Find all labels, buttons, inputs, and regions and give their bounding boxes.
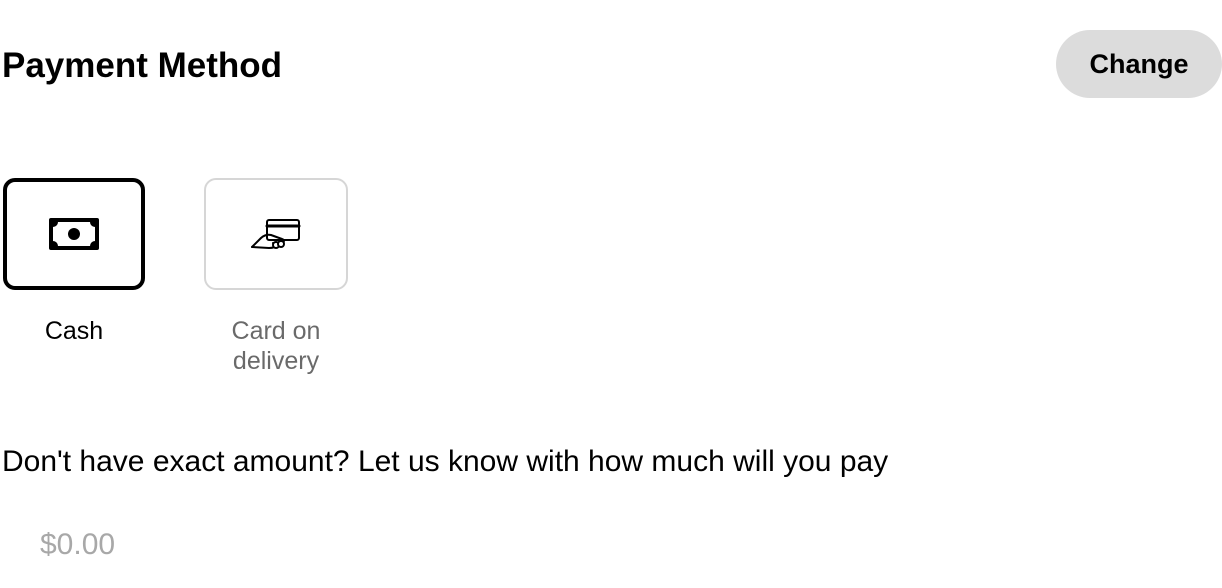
change-button[interactable]: Change xyxy=(1056,30,1222,98)
payment-option-cash-label: Cash xyxy=(44,317,104,345)
payment-option-cash[interactable]: Cash xyxy=(2,178,146,346)
payment-option-card-on-delivery[interactable]: Card on delivery xyxy=(204,178,348,376)
cash-icon xyxy=(49,218,99,250)
cash-amount-input[interactable] xyxy=(40,520,440,570)
payment-option-card-on-delivery-label: Card on delivery xyxy=(231,317,321,375)
payment-option-cash-card[interactable] xyxy=(3,178,145,290)
page-title: Payment Method xyxy=(2,46,283,85)
card-hand-icon xyxy=(251,219,301,249)
exact-amount-prompt: Don't have exact amount? Let us know wit… xyxy=(2,445,889,478)
payment-option-card-on-delivery-card[interactable] xyxy=(204,178,348,290)
